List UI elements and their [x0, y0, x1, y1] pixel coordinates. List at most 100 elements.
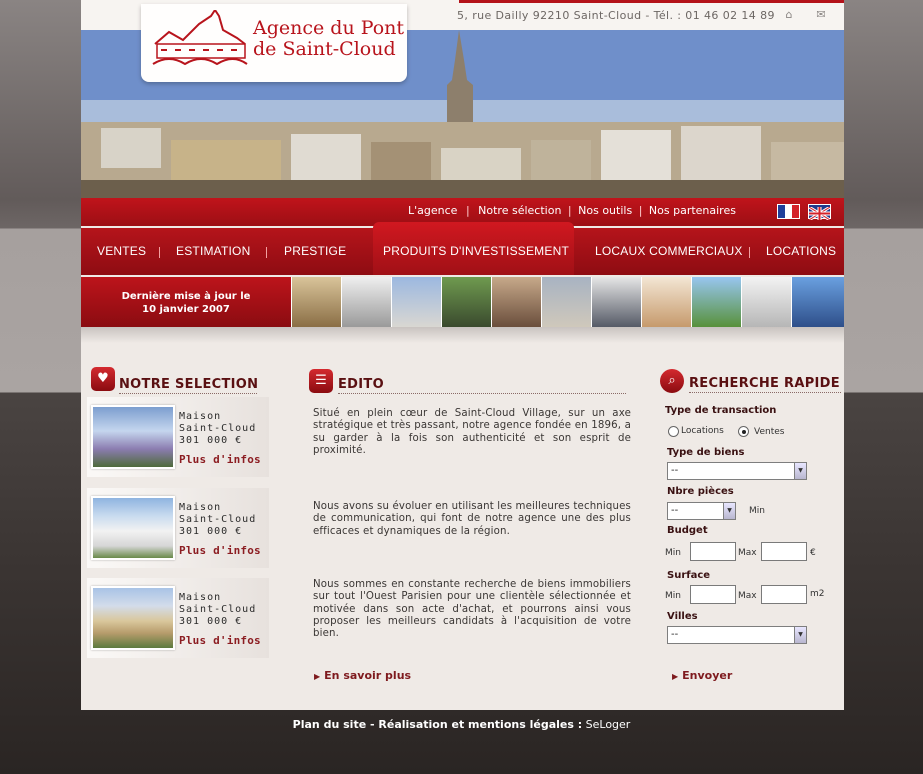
- nav-separator: [159, 247, 160, 258]
- property-city: Saint-Cloud: [179, 514, 257, 525]
- section-underline: [689, 392, 841, 393]
- radio-ventes-label: Ventes: [754, 427, 785, 437]
- section-underline: [119, 393, 257, 394]
- property-card[interactable]: Maison Saint-Cloud 301 000 € Plus d'info…: [87, 488, 269, 568]
- surface-min-label: Min: [665, 591, 681, 601]
- budget-unit: €: [810, 548, 816, 558]
- subnav-separator: |: [638, 204, 643, 217]
- property-more-link[interactable]: Plus d'infos: [179, 634, 261, 647]
- subnav-agence[interactable]: L'agence: [408, 204, 457, 217]
- property-more-link[interactable]: Plus d'infos: [179, 453, 261, 466]
- en-savoir-plus-label: En savoir plus: [324, 669, 412, 682]
- french-flag-icon[interactable]: [777, 204, 800, 219]
- content-top-shadow: [81, 327, 844, 343]
- home-icon[interactable]: ⌂: [783, 9, 795, 21]
- nav-separator: [266, 247, 267, 258]
- property-city: Saint-Cloud: [179, 604, 257, 615]
- chevron-down-icon[interactable]: ▼: [723, 503, 735, 519]
- surface-min-input[interactable]: [690, 585, 736, 604]
- subnav-outils[interactable]: Nos outils: [578, 204, 632, 217]
- villes-select[interactable]: -- ▼: [667, 626, 807, 644]
- photo-thumb: [491, 277, 541, 327]
- surface-unit: m2: [810, 589, 825, 599]
- footer: Plan du site - Réalisation et mentions l…: [0, 718, 923, 731]
- nav-estimation[interactable]: Estimation: [176, 244, 250, 258]
- pieces-min-label: Min: [749, 506, 765, 516]
- pieces-label: Nbre pièces: [667, 486, 734, 497]
- pieces-value: --: [671, 505, 679, 516]
- budget-max-label: Max: [738, 548, 757, 558]
- chevron-down-icon[interactable]: ▼: [794, 463, 806, 479]
- english-flag-icon[interactable]: [808, 204, 831, 222]
- budget-min-input[interactable]: [690, 542, 736, 561]
- chevron-down-icon[interactable]: ▼: [794, 627, 806, 643]
- type-biens-value: --: [671, 465, 679, 476]
- top-accent-line: [459, 0, 844, 3]
- subnav-selection[interactable]: Notre sélection: [478, 204, 561, 217]
- update-banner: Dernière mise à jour le 10 janvier 2007: [81, 277, 844, 327]
- logo-line-2: de Saint-Cloud: [253, 38, 396, 60]
- section-underline: [338, 393, 626, 394]
- photo-thumb: [391, 277, 441, 327]
- surface-max-label: Max: [738, 591, 757, 601]
- edito-paragraph-2: Nous avons su évoluer en utilisant les m…: [313, 501, 631, 537]
- photo-thumb: [791, 277, 844, 327]
- photo-thumb: [691, 277, 741, 327]
- logo-text: Agence du Pont de Saint-Cloud: [253, 18, 404, 60]
- transaction-label: Type de transaction: [665, 405, 777, 416]
- subnav-partenaires[interactable]: Nos partenaires: [649, 204, 736, 217]
- nav-separator: [749, 247, 750, 258]
- radio-ventes[interactable]: [738, 426, 749, 437]
- last-update-label: Dernière mise à jour le: [121, 291, 251, 302]
- property-card[interactable]: Maison Saint-Cloud 301 000 € Plus d'info…: [87, 397, 269, 477]
- property-photo[interactable]: [91, 586, 175, 650]
- main-nav: Ventes Estimation Prestige Produits d'in…: [81, 222, 844, 275]
- nav-prestige[interactable]: Prestige: [284, 244, 346, 258]
- mail-icon[interactable]: ✉: [815, 9, 827, 21]
- nav-produits-investissement[interactable]: Produits d'investissement: [383, 244, 569, 258]
- envoyer-label: Envoyer: [682, 669, 733, 682]
- budget-min-label: Min: [665, 548, 681, 558]
- type-biens-label: Type de biens: [667, 447, 745, 458]
- property-photo[interactable]: [91, 405, 175, 469]
- subnav-separator: |: [465, 204, 470, 217]
- photo-thumb: [291, 277, 341, 327]
- nav-locaux-commerciaux[interactable]: Locaux commerciaux: [595, 244, 743, 258]
- villes-label: Villes: [667, 611, 698, 622]
- type-biens-select[interactable]: -- ▼: [667, 462, 807, 480]
- logo-illustration: [152, 10, 248, 66]
- arrow-right-icon: ▶: [314, 672, 321, 681]
- nav-ventes[interactable]: Ventes: [97, 244, 146, 258]
- surface-label: Surface: [667, 570, 711, 581]
- footer-links[interactable]: Plan du site - Réalisation et mentions l…: [293, 718, 582, 731]
- property-card[interactable]: Maison Saint-Cloud 301 000 € Plus d'info…: [87, 578, 269, 658]
- photo-thumb: [341, 277, 391, 327]
- property-price: 301 000 €: [179, 526, 243, 537]
- radio-locations-label: Locations: [681, 426, 724, 436]
- pieces-select[interactable]: -- ▼: [667, 502, 736, 520]
- photo-thumb: [541, 277, 591, 327]
- envoyer-button[interactable]: ▶ Envoyer: [672, 669, 732, 682]
- en-savoir-plus-link[interactable]: ▶ En savoir plus: [314, 669, 411, 682]
- photo-thumb: [641, 277, 691, 327]
- edito-title: EDITO: [338, 377, 384, 392]
- photo-thumb: [741, 277, 791, 327]
- property-type: Maison: [179, 592, 222, 603]
- edito-paragraph-1: Situé en plein cœur de Saint-Cloud Villa…: [313, 408, 631, 456]
- last-update-date: 10 janvier 2007: [142, 304, 230, 315]
- surface-max-input[interactable]: [761, 585, 807, 604]
- property-type: Maison: [179, 502, 222, 513]
- radio-locations[interactable]: [668, 426, 679, 437]
- property-photo[interactable]: [91, 496, 175, 560]
- footer-credit[interactable]: SeLoger: [586, 718, 631, 731]
- page-container: 5, rue Dailly 92210 Saint-Cloud - Tél. :…: [81, 0, 844, 710]
- agency-address: 5, rue Dailly 92210 Saint-Cloud - Tél. :…: [457, 9, 775, 22]
- property-more-link[interactable]: Plus d'infos: [179, 544, 261, 557]
- logo-line-1: Agence du Pont: [253, 17, 405, 39]
- budget-max-input[interactable]: [761, 542, 807, 561]
- property-type: Maison: [179, 411, 222, 422]
- property-price: 301 000 €: [179, 616, 243, 627]
- photo-thumb: [441, 277, 491, 327]
- nav-locations[interactable]: Locations: [766, 244, 836, 258]
- agency-logo[interactable]: Agence du Pont de Saint-Cloud: [141, 4, 407, 82]
